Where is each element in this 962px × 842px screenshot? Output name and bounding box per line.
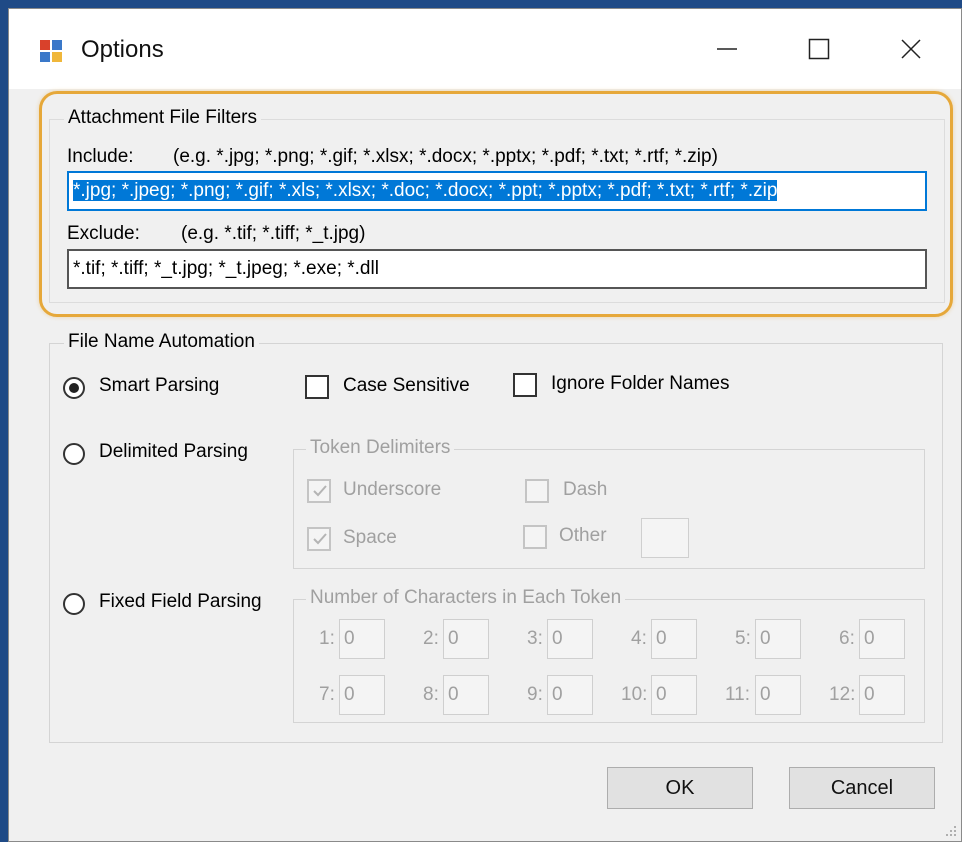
resize-grip-icon[interactable]	[943, 823, 957, 837]
other-delimiter-field[interactable]	[641, 518, 689, 558]
other-checkbox[interactable]	[523, 525, 547, 549]
exclude-field-text: *.tif; *.tiff; *_t.jpg; *_t.jpeg; *.exe;…	[73, 258, 379, 279]
exclude-label: Exclude:	[67, 223, 140, 244]
token-3-length-field[interactable]: 0	[547, 619, 593, 659]
token-11-length-field[interactable]: 0	[755, 675, 801, 715]
cancel-button[interactable]: Cancel	[789, 767, 935, 809]
title-bar[interactable]: Options	[9, 9, 961, 89]
token-delimiters-group: Token Delimiters	[293, 437, 925, 569]
maximize-button[interactable]	[773, 9, 865, 89]
smart-parsing-label[interactable]: Smart Parsing	[99, 375, 219, 397]
ignore-folder-names-label[interactable]: Ignore Folder Names	[551, 373, 729, 395]
token-4-label: 4:	[631, 628, 647, 649]
case-sensitive-checkbox[interactable]	[305, 375, 329, 399]
options-dialog: Options Attachment File Filters Include:…	[8, 8, 962, 842]
case-sensitive-label[interactable]: Case Sensitive	[343, 375, 470, 397]
token-9-label: 9:	[527, 684, 543, 705]
include-example: (e.g. *.jpg; *.png; *.gif; *.xlsx; *.doc…	[173, 146, 718, 167]
file-name-automation-title: File Name Automation	[64, 331, 259, 353]
checkmark-icon	[313, 533, 327, 545]
ignore-folder-names-checkbox[interactable]	[513, 373, 537, 397]
delimited-parsing-radio[interactable]	[63, 443, 85, 465]
token-2-label: 2:	[423, 628, 439, 649]
space-checkbox[interactable]	[307, 527, 331, 551]
include-field[interactable]: *.jpg; *.jpeg; *.png; *.gif; *.xls; *.xl…	[67, 171, 927, 211]
token-7-label: 7:	[319, 684, 335, 705]
fixed-field-parsing-radio[interactable]	[63, 593, 85, 615]
token-12-length-field[interactable]: 0	[859, 675, 905, 715]
token-7-length-field[interactable]: 0	[339, 675, 385, 715]
token-4-length-field[interactable]: 0	[651, 619, 697, 659]
token-8-label: 8:	[423, 684, 439, 705]
underscore-label[interactable]: Underscore	[343, 479, 441, 501]
exclude-example: (e.g. *.tif; *.tiff; *_t.jpg)	[181, 223, 366, 244]
token-delimiters-title: Token Delimiters	[306, 437, 455, 459]
dash-label[interactable]: Dash	[563, 479, 607, 501]
token-9-length-field[interactable]: 0	[547, 675, 593, 715]
include-label: Include:	[67, 146, 134, 167]
smart-parsing-radio[interactable]	[63, 377, 85, 399]
maximize-icon	[808, 38, 830, 60]
options-app-icon	[40, 40, 62, 62]
fixed-field-parsing-label[interactable]: Fixed Field Parsing	[99, 591, 262, 613]
token-5-label: 5:	[735, 628, 751, 649]
token-6-length-field[interactable]: 0	[859, 619, 905, 659]
ok-button[interactable]: OK	[607, 767, 753, 809]
token-10-label: 10:	[621, 684, 648, 705]
window-title: Options	[81, 36, 164, 63]
token-6-label: 6:	[839, 628, 855, 649]
close-button[interactable]	[865, 9, 957, 89]
token-11-label: 11:	[725, 684, 751, 705]
token-1-label: 1:	[319, 628, 335, 649]
close-icon	[901, 39, 921, 59]
token-8-length-field[interactable]: 0	[443, 675, 489, 715]
dash-checkbox[interactable]	[525, 479, 549, 503]
include-field-text: *.jpg; *.jpeg; *.png; *.gif; *.xls; *.xl…	[73, 180, 778, 201]
token-1-length-field[interactable]: 0	[339, 619, 385, 659]
token-3-label: 3:	[527, 628, 543, 649]
token-10-length-field[interactable]: 0	[651, 675, 697, 715]
minimize-icon	[717, 48, 737, 50]
underscore-checkbox[interactable]	[307, 479, 331, 503]
exclude-field[interactable]: *.tif; *.tiff; *_t.jpg; *_t.jpeg; *.exe;…	[67, 249, 927, 289]
token-2-length-field[interactable]: 0	[443, 619, 489, 659]
attachment-filters-title: Attachment File Filters	[64, 107, 261, 129]
token-12-label: 12:	[829, 684, 856, 705]
token-lengths-title: Number of Characters in Each Token	[306, 587, 626, 609]
token-5-length-field[interactable]: 0	[755, 619, 801, 659]
checkmark-icon	[313, 485, 327, 497]
space-label[interactable]: Space	[343, 527, 397, 549]
other-label[interactable]: Other	[559, 525, 607, 547]
delimited-parsing-label[interactable]: Delimited Parsing	[99, 441, 248, 463]
minimize-button[interactable]	[681, 9, 773, 89]
